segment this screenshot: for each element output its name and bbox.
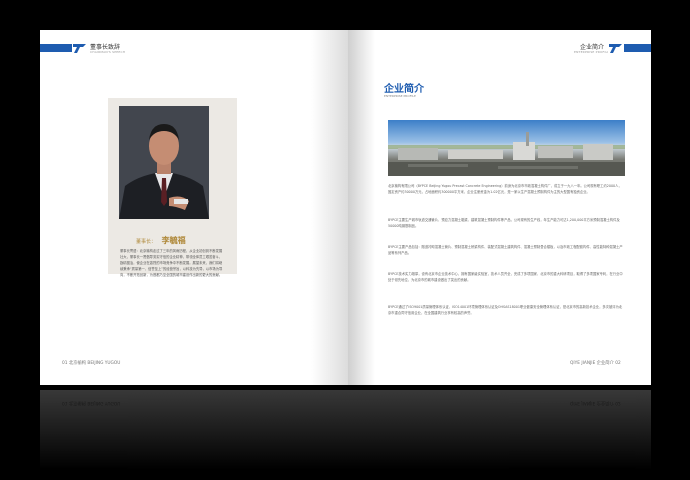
header-bar [40,44,72,52]
header-bar [624,44,651,52]
right-page: 企业简介 ENTERPRISE PROFILE 企业简介 ENTERPRISE … [348,30,651,385]
section-subtitle: ENTERPRISE PROFILE [384,94,416,98]
chairman-name-row: 董事长： 李毓福 [136,235,186,246]
chairman-photo [119,106,209,219]
chairman-name: 李毓福 [161,236,186,245]
factory-panorama [388,120,625,176]
intro-paragraph-1: 北京榆构有限公司（BYPCE Beijing Yugou Precast Con… [388,184,622,194]
section-title: 企业简介 [384,84,424,95]
header-subtitle: CHAIRMAN'S SPEECH [90,50,126,54]
header-subtitle: ENTERPRISE PROFILE [574,50,610,54]
logo-icon [608,42,623,54]
reflected-footer-right: QIYE JIANJIE 企业简介 02 [570,400,621,405]
left-footer: 01 北京榆构 BEIJING YUGOU [62,361,121,366]
reflected-footer-left: 01 北京榆构 BEIJING YUGOU [62,400,121,405]
intro-paragraph-3: BYPCE主要产品包括：隧道衬砌混凝土管片、预制混凝土桥梁构件、装配式混凝土建筑… [388,245,623,255]
intro-paragraph-5: BYPCE通过了ISO9001质量管理体系认证、ISO14001环境管理体系认证… [388,305,623,315]
logo-icon [72,42,87,54]
page-reflection-left: 01 北京榆构 BEIJING YUGOU [40,390,348,470]
intro-paragraph-2: BYPCE主要生产城市轨道交通管片、预应力混凝土箱梁、建筑混凝土预制构件等产品，… [388,218,620,228]
left-page: 董事长致辞 CHAIRMAN'S SPEECH 董事长： 李毓福 董事长寄语：北… [40,30,348,385]
page-reflection-right: QIYE JIANJIE 企业简介 02 [348,390,651,470]
chairman-bio: 董事长寄语：北京榆构走过了三年的风雨历程，从企业初创到不断发展壮大，董事长一贯倡… [120,249,223,277]
chairman-role: 董事长： [136,239,157,245]
right-footer: QIYE JIANJIE 企业简介 02 [570,361,621,366]
intro-paragraph-4: BYPCE技术实力雄厚，设有北京市企业技术中心，拥有国家级实验室，技术人员齐全，… [388,272,623,282]
chairman-card: 董事长： 李毓福 董事长寄语：北京榆构走过了三年的风雨历程，从企业初创到不断发展… [108,98,237,277]
